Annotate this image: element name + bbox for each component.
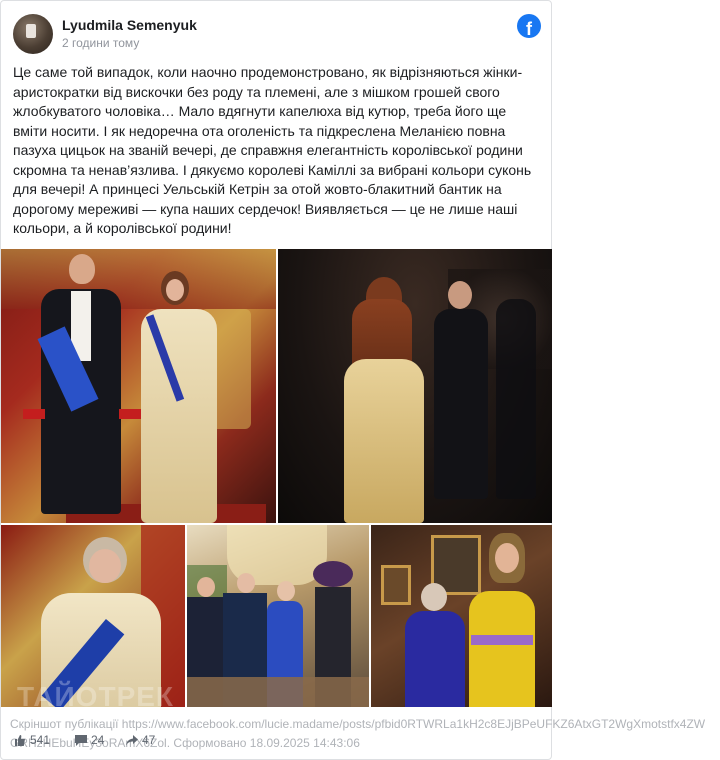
likes-stat[interactable]: 541 xyxy=(14,733,50,747)
generated-date: Сформовано 18.09.2025 14:43:06 xyxy=(173,736,360,750)
post-time[interactable]: 2 години тому xyxy=(62,36,139,50)
screenshot-caption: Скріншот публікації https://www.facebook… xyxy=(10,715,710,753)
post-card: Lyudmila Semenyuk 2 години тому f Це сам… xyxy=(0,0,552,760)
photo-group-table[interactable] xyxy=(187,525,369,707)
comments-count: 24 xyxy=(91,733,105,747)
facebook-icon[interactable]: f xyxy=(517,14,541,38)
shares-stat[interactable]: 47 xyxy=(126,733,155,747)
comments-stat[interactable]: 24 xyxy=(75,733,104,747)
author-name[interactable]: Lyudmila Semenyuk xyxy=(62,17,197,33)
shares-count: 47 xyxy=(142,733,156,747)
photo-royal-couple[interactable] xyxy=(1,249,276,523)
watermark: ТАЙОТРЕК xyxy=(17,681,175,712)
thumbs-up-icon xyxy=(15,734,25,746)
likes-count: 541 xyxy=(30,733,51,747)
post-header: Lyudmila Semenyuk 2 години тому f xyxy=(13,13,541,54)
photo-princess-anne[interactable] xyxy=(1,525,185,707)
avatar[interactable] xyxy=(13,14,53,54)
comment-icon xyxy=(75,734,87,746)
photo-gown-back[interactable] xyxy=(278,249,552,523)
post-text: Це саме той випадок, коли наочно продемо… xyxy=(13,64,536,236)
photo-melania-queen[interactable] xyxy=(371,525,552,707)
caption-prefix: Скріншот публікації xyxy=(10,717,119,731)
share-icon xyxy=(126,734,138,745)
